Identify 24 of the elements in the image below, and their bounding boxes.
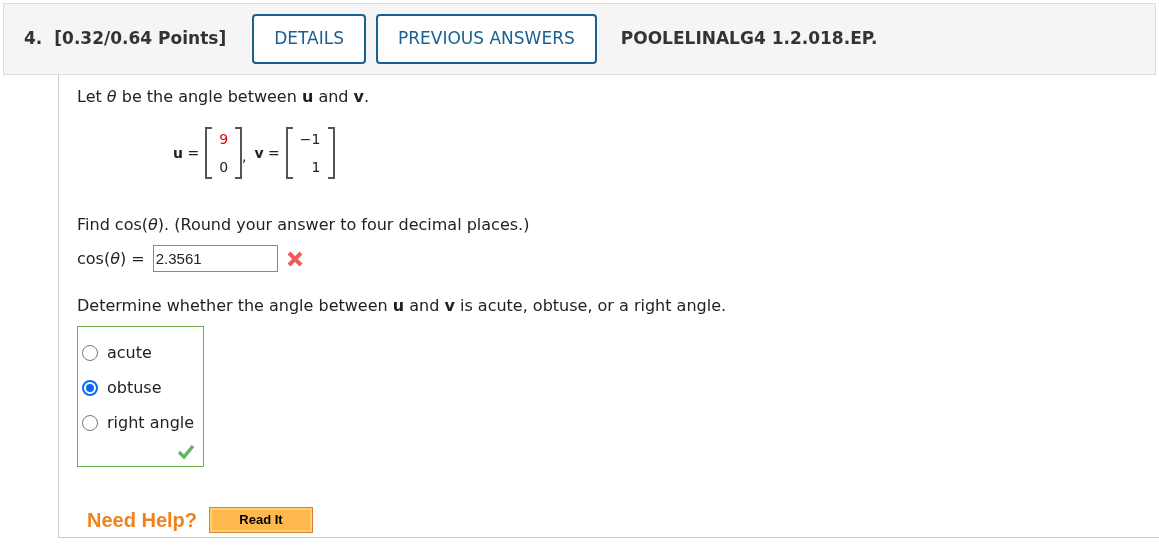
vector-entry: 9	[219, 130, 229, 149]
problem-code: POOLELINALG4 1.2.018.EP.	[620, 27, 878, 51]
vector-entry: 0	[219, 158, 229, 177]
answer-label: cos(θ) =	[77, 247, 145, 270]
check-icon	[177, 444, 195, 460]
help-label: Need Help?	[87, 508, 198, 533]
header-button[interactable]: PREVIOUS ANSWERS	[376, 14, 597, 64]
header-button[interactable]: DETAILS	[252, 14, 366, 64]
answer-field[interactable]: 2.3561	[152, 245, 278, 272]
vector-entry: 1	[311, 158, 321, 177]
points-text: [0.32/0.64 Points]	[54, 27, 227, 51]
radio-button[interactable]	[82, 379, 98, 396]
vector-label: u =	[173, 143, 200, 163]
comma-text: ,	[242, 147, 247, 166]
option-label: obtuse	[107, 376, 162, 399]
read-it-button[interactable]: Read It	[209, 507, 314, 533]
question-text: Find cos(θ). (Round your answer to four decimal places.)	[77, 215, 530, 234]
vector-entry: −1	[299, 130, 321, 149]
vector-label: v =	[254, 143, 280, 163]
question-text: Determine whether the angle between u and v is acute, obtuse, or a right angle.	[77, 296, 727, 315]
question-number: 4.	[24, 27, 43, 51]
intro-text: Let θ be the angle between u and v.	[77, 87, 370, 106]
option-label: acute	[107, 341, 152, 364]
option-label: right angle	[107, 411, 195, 434]
